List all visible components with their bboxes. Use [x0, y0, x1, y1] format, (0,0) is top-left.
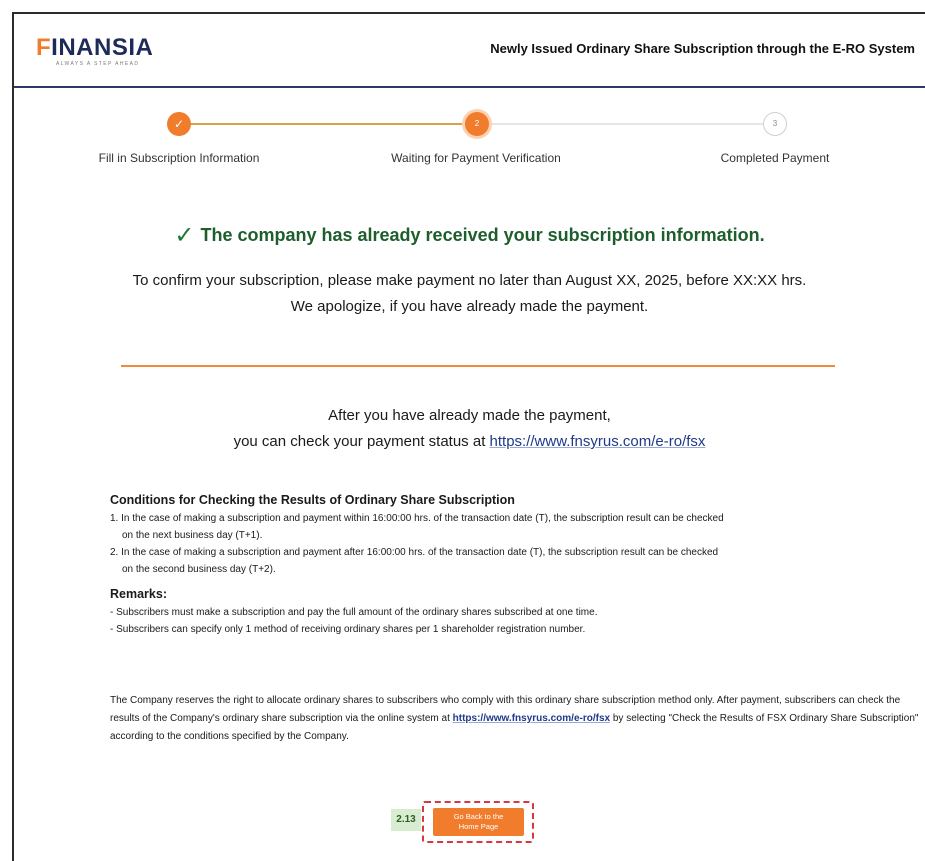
condition-item: 2. In the case of making a subscription …: [110, 544, 910, 578]
progress-stepper: ✓ 2 3 Fill in Subscription Information W…: [14, 110, 925, 170]
step-2-marker: 2: [465, 112, 489, 136]
payment-status-text: you can check your payment status at htt…: [14, 433, 925, 450]
condition-1-line-b: on the next business day (T+1).: [122, 530, 263, 541]
step-3-label: Completed Payment: [720, 151, 830, 165]
remarks-heading: Remarks:: [110, 587, 167, 601]
remark-item: - Subscribers can specify only 1 method …: [110, 624, 586, 635]
payment-deadline-text: To confirm your subscription, please mak…: [132, 272, 807, 289]
after-payment-text: After you have already made the payment,: [328, 407, 611, 424]
page-frame: FINANSIA ALWAYS A STEP AHEAD Newly Issue…: [12, 12, 925, 861]
company-note: The Company reserves the right to alloca…: [110, 692, 920, 746]
stepper-line-completed: [179, 123, 465, 125]
conditions-heading: Conditions for Checking the Results of O…: [110, 493, 515, 507]
company-note-link[interactable]: https://www.fnsyrus.com/e-ro/fsx: [453, 713, 610, 724]
step-number-badge: 2.13: [391, 809, 421, 831]
payment-status-link[interactable]: https://www.fnsyrus.com/e-ro/fsx: [490, 433, 706, 450]
confirmation-heading: ✓ The company has already received your s…: [14, 221, 925, 250]
remark-item: - Subscribers must make a subscription a…: [110, 607, 598, 618]
section-divider: [121, 365, 835, 367]
page-header: FINANSIA ALWAYS A STEP AHEAD Newly Issue…: [14, 14, 925, 88]
apology-text: We apologize, if you have already made t…: [290, 298, 649, 315]
step-3-marker: 3: [763, 112, 787, 136]
step-1-check-icon: ✓: [167, 112, 191, 136]
finansia-logo[interactable]: FINANSIA ALWAYS A STEP AHEAD: [36, 36, 153, 70]
logo-text: INANSIA: [51, 34, 154, 61]
condition-1-line-a: 1. In the case of making a subscription …: [110, 513, 724, 524]
condition-item: 1. In the case of making a subscription …: [110, 510, 910, 544]
home-button-highlight: Go Back to the Home Page: [422, 801, 534, 843]
logo-tagline: ALWAYS A STEP AHEAD: [56, 61, 140, 67]
payment-status-prefix: you can check your payment status at: [233, 433, 490, 450]
go-back-home-button[interactable]: Go Back to the Home Page: [433, 808, 524, 836]
checkmark-icon: ✓: [174, 222, 195, 249]
confirmation-heading-text: The company has already received your su…: [200, 225, 765, 245]
stepper-line-pending: [479, 123, 775, 125]
logo-wordmark: FINANSIA: [36, 36, 153, 60]
logo-accent-letter: F: [36, 34, 52, 61]
step-2-label: Waiting for Payment Verification: [391, 151, 561, 165]
condition-2-line-a: 2. In the case of making a subscription …: [110, 547, 719, 558]
condition-2-line-b: on the second business day (T+2).: [122, 564, 276, 575]
conditions-section: Conditions for Checking the Results of O…: [110, 492, 910, 638]
step-1-label: Fill in Subscription Information: [98, 151, 260, 165]
page-title: Newly Issued Ordinary Share Subscription…: [490, 41, 915, 56]
